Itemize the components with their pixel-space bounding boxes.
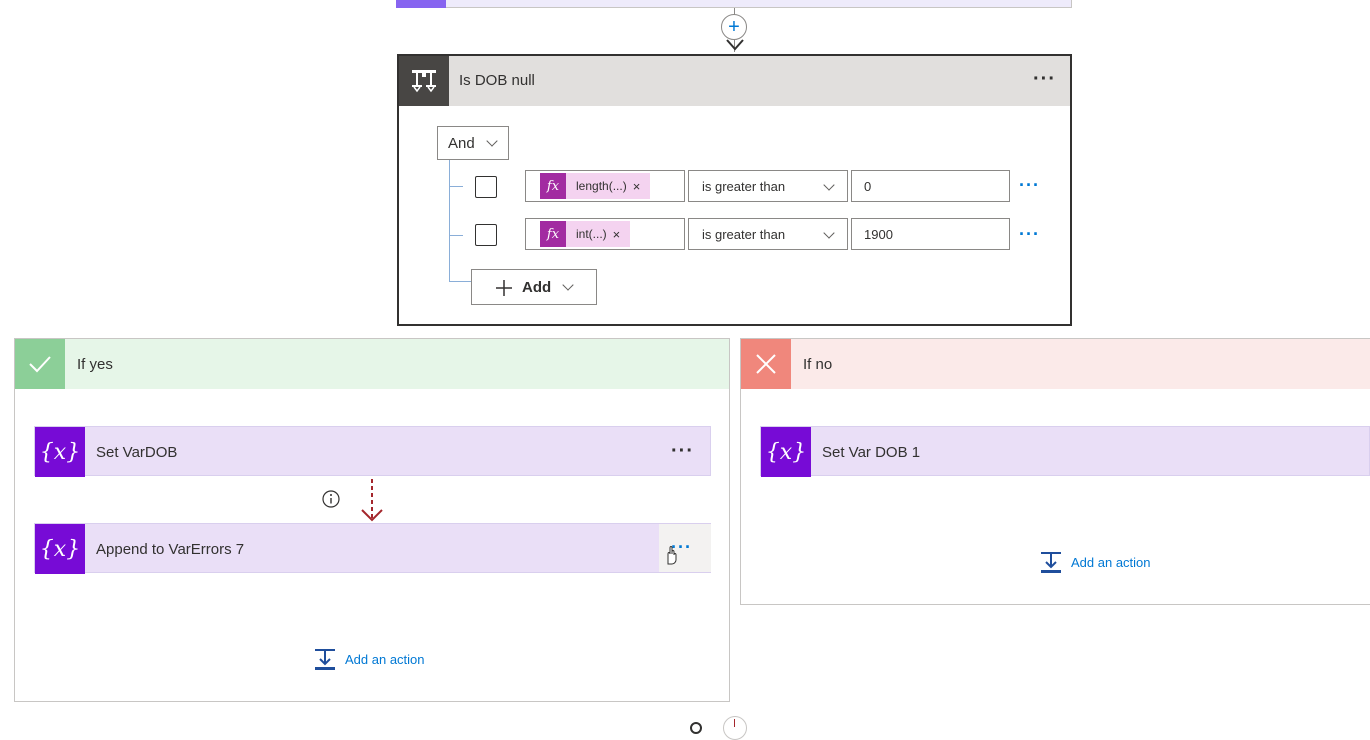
set-variable-action[interactable]: {x} Set Var DOB 1 <box>760 426 1370 477</box>
chevron-down-icon <box>823 179 835 191</box>
more-options-icon[interactable]: ··· <box>671 441 694 461</box>
right-operand-field[interactable]: 1900 <box>851 218 1010 250</box>
add-condition-label: Add <box>522 279 552 296</box>
operator-label: is greater than <box>702 179 786 194</box>
row-checkbox[interactable] <box>475 224 497 246</box>
condition-title: Is DOB null <box>459 72 535 89</box>
expression-token[interactable]: fx int(...) × <box>540 221 631 247</box>
plus-icon <box>496 280 512 296</box>
expression-token-label: int(...) <box>576 227 607 241</box>
hand-cursor-icon <box>667 546 677 565</box>
operator-label: is greater than <box>702 227 786 242</box>
add-an-action-button[interactable]: Add an action <box>1039 550 1151 574</box>
more-options-icon[interactable]: ··· <box>1033 69 1056 89</box>
insert-step-button[interactable] <box>723 716 747 740</box>
tree-line <box>449 186 463 187</box>
operator-dropdown[interactable]: is greater than <box>688 170 848 202</box>
add-action-icon <box>1041 552 1061 573</box>
append-variable-action[interactable]: {x} Append to VarErrors 7 ··· <box>34 523 711 574</box>
condition-header[interactable]: Is DOB null ··· <box>399 56 1070 106</box>
tree-line <box>449 281 471 282</box>
chevron-down-icon <box>823 227 835 239</box>
fx-icon: fx <box>540 221 566 247</box>
info-icon[interactable] <box>322 490 340 508</box>
variable-icon: {x} <box>761 427 811 477</box>
right-operand-value: 0 <box>864 179 872 194</box>
if-yes-header[interactable]: If yes <box>15 339 729 389</box>
left-operand-field[interactable]: fx length(...) × <box>525 170 685 202</box>
add-condition-button[interactable]: Add <box>471 269 597 305</box>
row-more-options-icon[interactable]: ··· <box>1019 225 1040 243</box>
tree-line <box>449 235 463 236</box>
condition-icon <box>399 56 449 106</box>
run-after-arrow-icon <box>361 479 383 522</box>
right-operand-field[interactable]: 0 <box>851 170 1010 202</box>
if-no-title: If no <box>803 356 833 373</box>
insert-step-button[interactable]: + <box>721 14 747 40</box>
tree-line <box>449 160 450 281</box>
if-yes-title: If yes <box>77 356 113 373</box>
add-an-action-label: Add an action <box>345 651 425 667</box>
right-operand-value: 1900 <box>864 227 893 242</box>
fx-icon: fx <box>540 173 566 199</box>
previous-action-accent <box>396 0 446 8</box>
group-operator-dropdown[interactable]: And <box>437 126 509 160</box>
close-icon <box>741 339 791 389</box>
action-title: Set VarDOB <box>96 444 178 461</box>
remove-token-icon[interactable]: × <box>613 227 631 242</box>
action-title: Set Var DOB 1 <box>822 444 921 461</box>
add-an-action-label: Add an action <box>1071 554 1151 570</box>
operator-dropdown[interactable]: is greater than <box>688 218 848 250</box>
connector-line <box>734 719 735 727</box>
add-an-action-button[interactable]: Add an action <box>313 647 425 671</box>
row-more-options-icon[interactable]: ··· <box>1019 176 1040 194</box>
expression-token[interactable]: fx length(...) × <box>540 173 651 199</box>
if-no-header[interactable]: If no <box>741 339 1370 389</box>
chevron-down-icon <box>562 279 574 291</box>
check-icon <box>15 339 65 389</box>
previous-action-card[interactable] <box>396 0 1072 8</box>
remove-token-icon[interactable]: × <box>633 179 651 194</box>
arrow-down-icon <box>726 39 744 51</box>
variable-icon: {x} <box>35 524 85 574</box>
variable-icon: {x} <box>35 427 85 477</box>
row-checkbox[interactable] <box>475 176 497 198</box>
action-title: Append to VarErrors 7 <box>96 541 245 558</box>
expression-token-label: length(...) <box>576 179 627 193</box>
group-operator-label: And <box>448 135 475 152</box>
plus-icon: + <box>728 16 740 38</box>
info-icon[interactable] <box>690 722 702 734</box>
set-variable-action[interactable]: {x} Set VarDOB ··· <box>34 426 711 477</box>
chevron-down-icon <box>486 135 498 147</box>
left-operand-field[interactable]: fx int(...) × <box>525 218 685 250</box>
add-action-icon <box>315 649 335 670</box>
